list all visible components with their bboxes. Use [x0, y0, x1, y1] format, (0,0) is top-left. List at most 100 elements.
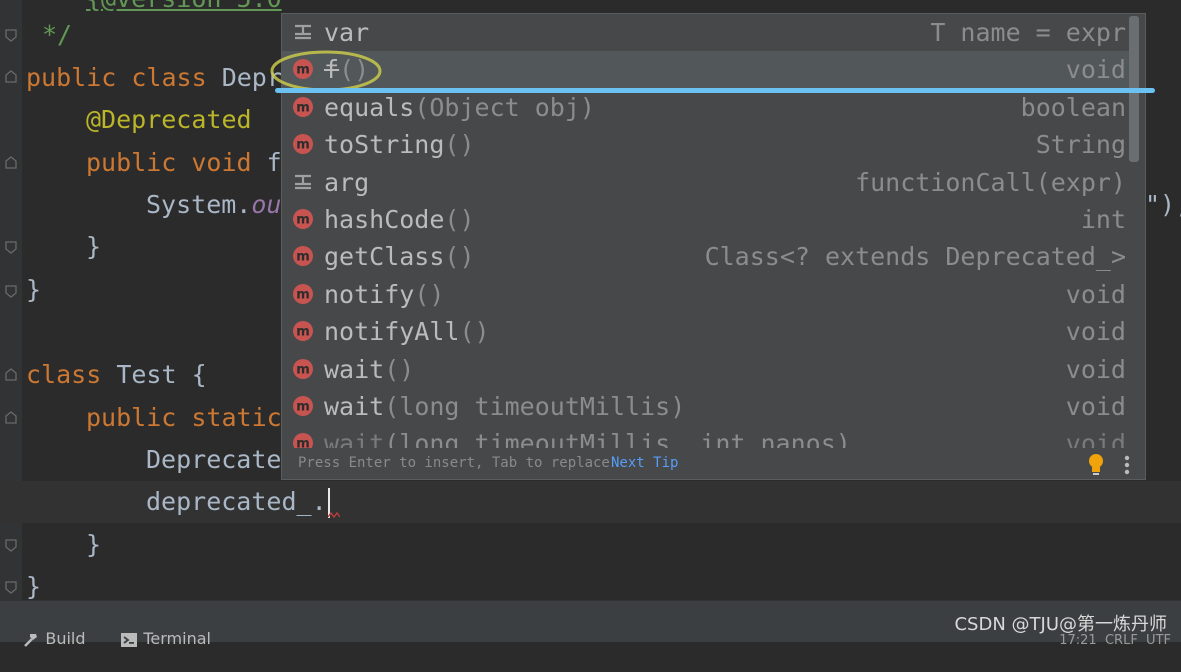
completion-item[interactable]: m notify() void — [282, 276, 1130, 313]
method-icon: m — [293, 284, 313, 304]
fold-marker-icon[interactable] — [4, 156, 18, 170]
completion-item[interactable]: m getClass() Class<? extends Deprecated_> — [282, 238, 1130, 275]
build-label: Build — [45, 629, 86, 648]
completion-item-name: getClass() — [324, 238, 475, 275]
completion-item-type: void — [1065, 317, 1126, 346]
brace: } — [86, 232, 102, 261]
method-icon: m — [293, 97, 313, 117]
code-line: } — [26, 566, 41, 600]
error-squiggle — [328, 512, 340, 518]
identifier: System. — [146, 190, 252, 219]
completion-item[interactable]: m wait(long timeoutMillis) void — [282, 388, 1130, 425]
completion-item[interactable]: arg functionCall(expr) — [282, 164, 1130, 201]
keyword: void — [191, 148, 252, 177]
completion-item-name: toString() — [324, 126, 475, 163]
code-line-tail: "); — [1145, 184, 1181, 226]
terminal-label: Terminal — [143, 629, 211, 648]
completion-item-params: (long timeoutMillis) — [384, 392, 686, 421]
code-line: {@version 5.0 — [86, 0, 282, 20]
method-icon: m — [293, 134, 313, 154]
code-line: Deprecate — [146, 439, 281, 481]
completion-item-label: wait — [324, 392, 385, 421]
completion-item-name: notify() — [324, 276, 444, 313]
insert-hint: Press Enter to insert, Tab to replace — [298, 455, 610, 471]
completion-item-type: void — [1065, 355, 1126, 384]
completion-item[interactable]: m hashCode() int — [282, 201, 1130, 238]
annotation: @Deprecated — [86, 105, 252, 134]
more-options-icon[interactable] — [1124, 454, 1130, 476]
svg-text:m: m — [296, 325, 310, 340]
brace: } — [26, 275, 42, 304]
static-field: ou — [251, 190, 282, 219]
completion-item[interactable]: m equals(Object obj) boolean — [282, 89, 1130, 126]
fold-marker-icon[interactable] — [4, 284, 18, 298]
identifier: Deprecate — [146, 445, 282, 474]
lightbulb-icon[interactable] — [1087, 453, 1105, 477]
completion-item-type: String — [1035, 130, 1126, 159]
completion-item-name: notifyAll() — [324, 313, 490, 350]
code-line: public class Depr — [26, 57, 282, 99]
completion-item-label: equals — [324, 93, 415, 122]
completion-item-label: var — [324, 18, 370, 47]
fold-marker-icon[interactable] — [4, 580, 18, 594]
completion-popup[interactable]: var T name = expr m f() void m equals(Object o… — [281, 13, 1146, 480]
completion-item-type: Class<? extends Deprecated_> — [704, 242, 1126, 271]
completion-item[interactable]: var T name = expr — [282, 14, 1130, 51]
svg-text:m: m — [296, 138, 310, 153]
next-tip-link[interactable]: Next Tip — [611, 455, 678, 471]
completion-item-type: void — [1065, 392, 1126, 421]
code-line: } — [86, 524, 101, 566]
completion-item-label: hashCode — [324, 205, 445, 234]
completion-item[interactable]: m notifyAll() void — [282, 313, 1130, 350]
completion-item-type: boolean — [1020, 93, 1126, 122]
code-line: public static — [86, 397, 282, 439]
status-info: 17:21 CRLF UTF — [1059, 633, 1171, 648]
code-line: deprecated_. — [146, 481, 330, 523]
string-tail: "); — [1145, 190, 1181, 219]
completion-item-label: arg — [324, 168, 370, 197]
code-line: public void f — [86, 142, 282, 184]
completion-item-params: () — [384, 355, 415, 384]
svg-text:m: m — [296, 101, 310, 116]
code-line: */ — [42, 14, 72, 56]
keyword: class — [26, 360, 102, 389]
completion-item-name: var — [324, 14, 369, 51]
build-tool-button[interactable]: Build — [2, 606, 86, 648]
fold-marker-icon[interactable] — [4, 70, 18, 84]
completion-item-name: arg — [324, 164, 369, 201]
method-icon: m — [293, 246, 313, 266]
fold-marker-icon[interactable] — [4, 411, 18, 425]
keyword: public — [26, 63, 117, 92]
completion-item[interactable]: m toString() String — [282, 126, 1130, 163]
completion-item-type: void — [1065, 280, 1126, 309]
method-icon: m — [293, 396, 313, 416]
terminal-tool-button[interactable]: Terminal — [100, 606, 211, 648]
fold-marker-icon[interactable] — [4, 240, 18, 254]
completion-item-label: notify — [324, 280, 415, 309]
template-icon — [295, 174, 311, 190]
method-icon: m — [293, 321, 313, 341]
completion-item-label: wait — [324, 355, 385, 384]
code-line: class Test { — [26, 354, 207, 396]
fold-marker-icon[interactable] — [4, 28, 18, 42]
tool-window-bar: Build Terminal CSDN @TJU@第一炼丹师 17:21 CRL… — [0, 600, 1181, 648]
completion-item-label: notifyAll — [324, 317, 460, 346]
code-line: System.ou — [146, 184, 281, 226]
underline-annotation — [275, 88, 1155, 93]
keyword: public — [86, 403, 177, 432]
code-line: } — [26, 269, 41, 311]
javadoc-tag: {@version 5.0 — [86, 0, 282, 13]
completion-item-params: () — [459, 317, 490, 346]
completion-item-type: T name = expr — [930, 18, 1126, 47]
svg-text:m: m — [296, 250, 310, 265]
completion-item[interactable]: m wait() void — [282, 351, 1130, 388]
template-icon — [295, 24, 311, 40]
method-icon: m — [293, 209, 313, 229]
fold-marker-icon[interactable] — [4, 368, 18, 382]
completion-item-label: toString — [324, 130, 445, 159]
completion-item-params: () — [444, 242, 475, 271]
fold-marker-icon[interactable] — [4, 538, 18, 552]
keyword: static — [191, 403, 282, 432]
completion-item-params: () — [414, 280, 445, 309]
completion-item[interactable]: m f() void — [282, 51, 1130, 88]
